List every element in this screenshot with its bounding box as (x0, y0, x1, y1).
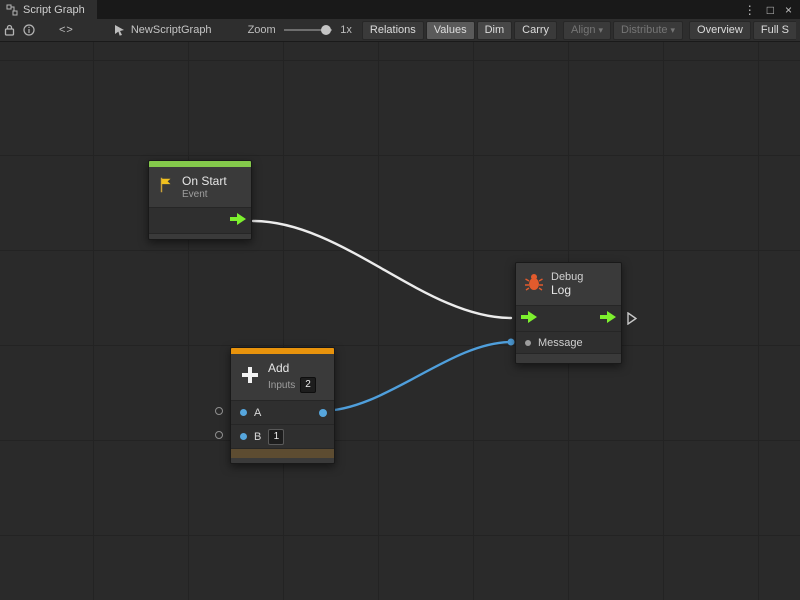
distribute-button[interactable]: Distribute▾ (613, 21, 683, 40)
graph-canvas[interactable]: On Start Event (0, 42, 800, 600)
port-a-dot[interactable] (240, 409, 247, 416)
chevron-down-icon: ▾ (671, 22, 676, 39)
message-input-port[interactable] (525, 340, 531, 346)
node-title: Add (268, 361, 316, 375)
script-graph-window: Script Graph ⋮ □ × <> New (0, 0, 800, 600)
port-b-value-field[interactable]: 1 (268, 429, 284, 445)
port-b-label: B (254, 431, 261, 443)
values-button[interactable]: Values (426, 21, 475, 40)
port-a-label: A (254, 407, 261, 419)
maximize-icon[interactable]: □ (767, 4, 774, 16)
align-button[interactable]: Align▾ (563, 21, 611, 40)
flow-output-port[interactable] (230, 212, 246, 230)
menu-icon[interactable]: ⋮ (744, 4, 756, 16)
flag-icon (157, 176, 175, 199)
zoom-value: 1x (340, 24, 352, 36)
code-icon[interactable]: <> (59, 24, 74, 36)
overview-button[interactable]: Overview (689, 21, 751, 40)
node-title: On Start (182, 174, 227, 188)
message-port-label: Message (538, 337, 583, 349)
node-footer (231, 448, 334, 463)
close-icon[interactable]: × (785, 4, 792, 16)
chevron-down-icon: ▾ (599, 22, 604, 39)
node-title: Debug (551, 271, 583, 283)
wire-value-add-to-message[interactable] (321, 342, 511, 411)
window-controls: ⋮ □ × (744, 0, 800, 19)
node-footer (149, 233, 251, 239)
flow-output-port[interactable] (600, 310, 616, 328)
zoom-slider-thumb[interactable] (321, 25, 331, 35)
graph-toolbar: <> NewScriptGraph Zoom 1x Relations Valu… (0, 19, 800, 42)
lock-icon[interactable] (4, 21, 15, 40)
zoom-slider[interactable] (284, 29, 333, 31)
script-graph-asset-icon (114, 24, 125, 36)
flow-continuation-triangle (627, 312, 637, 330)
bug-icon (524, 272, 544, 297)
inputs-label: Inputs (268, 380, 295, 391)
plus-icon (239, 364, 261, 391)
tab-title: Script Graph (23, 4, 85, 16)
result-output-port[interactable] (319, 409, 327, 417)
node-footer (516, 353, 621, 363)
port-a-inline-value-ring[interactable] (215, 407, 223, 415)
wire-flow-onstart-to-log[interactable] (253, 221, 511, 318)
relations-button[interactable]: Relations (362, 21, 424, 40)
flow-input-port[interactable] (521, 310, 537, 328)
port-b-dot[interactable] (240, 433, 247, 440)
info-icon[interactable] (23, 21, 35, 40)
node-subtitle: Event (182, 189, 227, 200)
tab-bar: Script Graph ⋮ □ × (0, 0, 800, 19)
node-add[interactable]: Add Inputs 2 A B 1 (230, 347, 335, 464)
inputs-count-field[interactable]: 2 (300, 377, 316, 393)
node-debug-log[interactable]: Debug Log Message (515, 262, 622, 364)
zoom-label: Zoom (248, 24, 276, 36)
carry-button[interactable]: Carry (514, 21, 557, 40)
graph-tab-icon (6, 4, 18, 16)
dim-button[interactable]: Dim (477, 21, 513, 40)
node-on-start[interactable]: On Start Event (148, 160, 252, 240)
tab-script-graph[interactable]: Script Graph (0, 0, 97, 19)
wire-endpoint-dot (508, 339, 515, 346)
port-b-inline-value-ring[interactable] (215, 431, 223, 439)
graph-name-label: NewScriptGraph (131, 24, 212, 36)
full-screen-button[interactable]: Full S (753, 21, 796, 40)
wires-layer (0, 42, 800, 600)
graph-name-group[interactable]: NewScriptGraph (114, 24, 212, 36)
node-subtitle: Log (551, 283, 583, 297)
